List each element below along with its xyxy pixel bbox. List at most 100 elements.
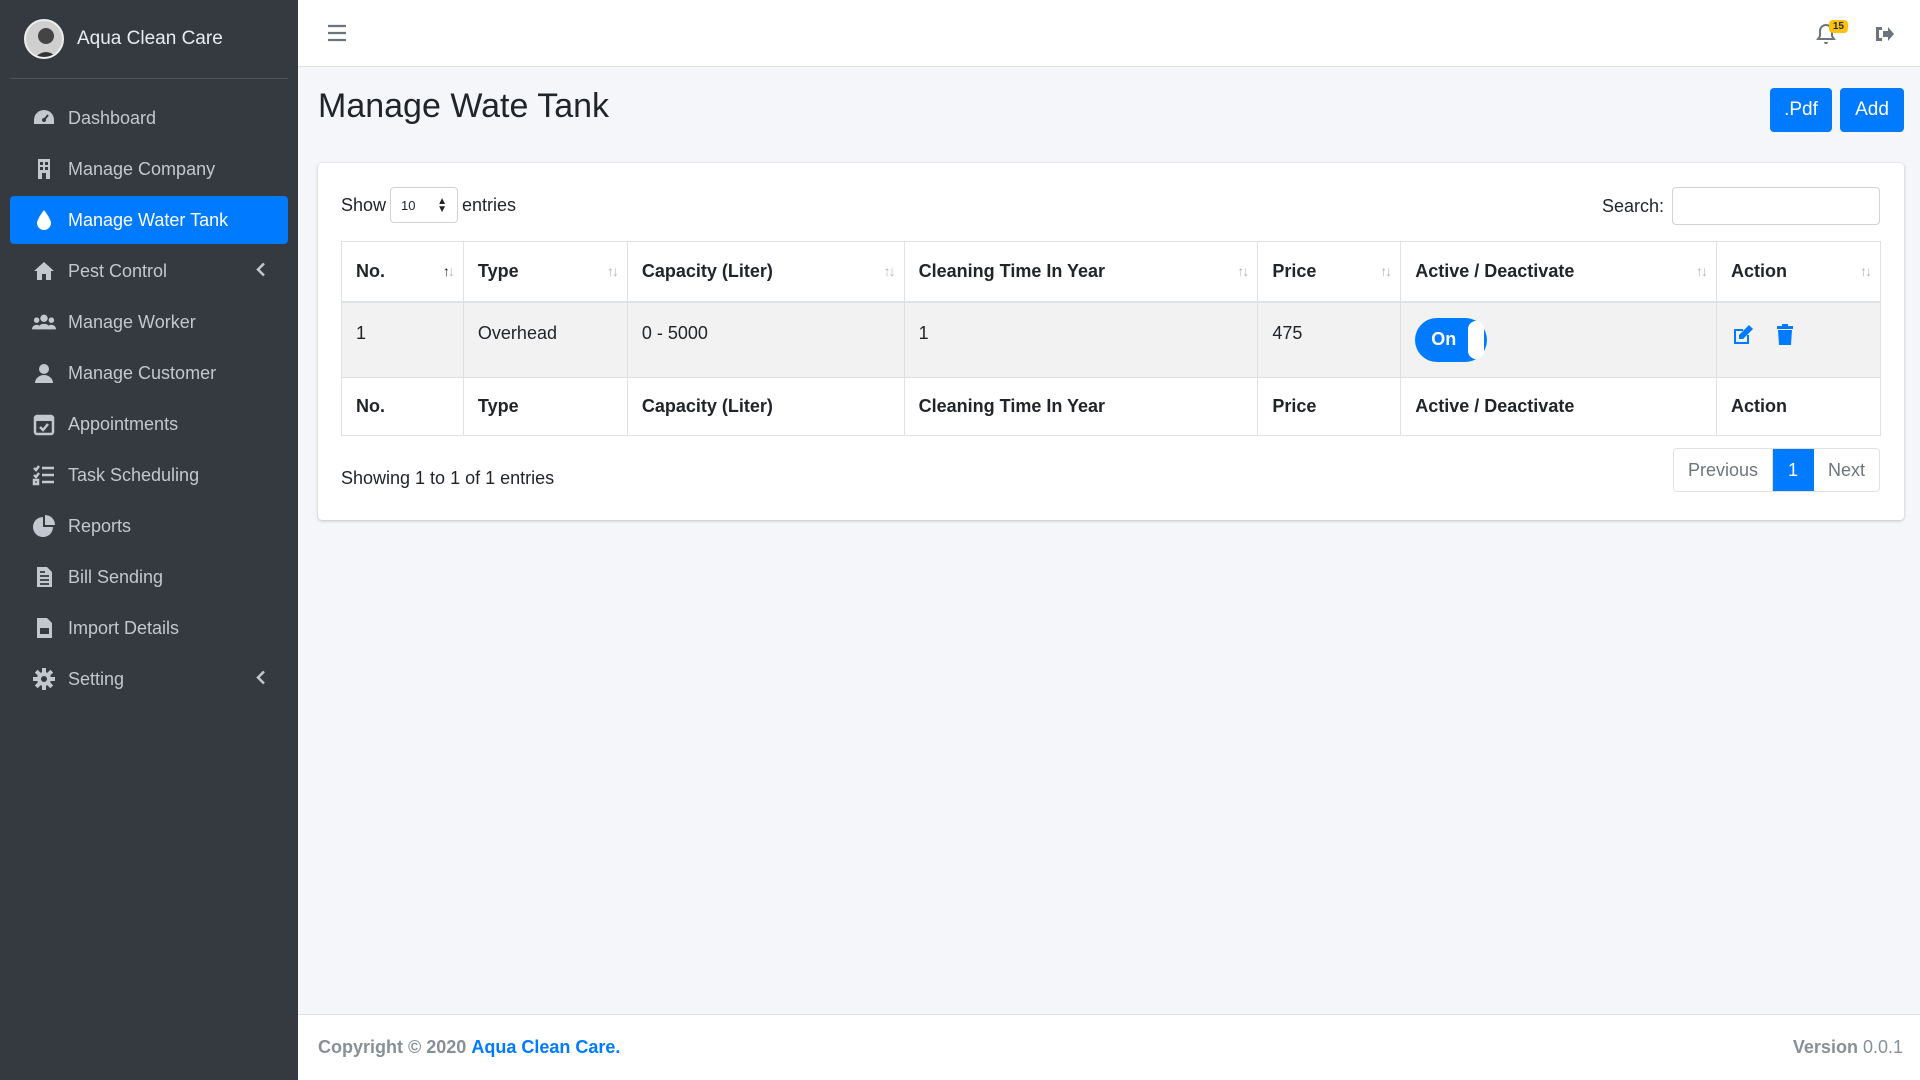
sidebar-item-pest-control[interactable]: Pest Control [10,247,288,295]
entries-select-value: 10 [401,197,416,213]
water-tank-table: No. ↑↓ Type ↑↓ Capacity (Liter) ↑↓ Cleaning… [341,241,1881,436]
file-csv-icon [32,616,56,640]
menu-toggle-icon[interactable] [326,22,348,44]
sidebar-item-setting[interactable]: Setting [10,655,288,703]
footer-header-type: Type [462,377,628,436]
sidebar-item-dashboard[interactable]: Dashboard [10,94,288,142]
sidebar-item-manage-water-tank[interactable]: Manage Water Tank [10,196,288,244]
sidebar-item-label: Pest Control [68,260,168,281]
user-icon [32,361,56,385]
sidebar-item-label: Appointments [68,413,179,434]
sidebar-item-task-scheduling[interactable]: Task Scheduling [10,451,288,499]
column-header-no[interactable]: No. ↑↓ [341,241,464,303]
sort-icon: ↑↓ [883,263,896,279]
sidebar-item-bill-sending[interactable]: Bill Sending [10,553,288,601]
pagination: Previous 1 Next [1672,448,1880,492]
logout-icon[interactable] [1872,22,1896,46]
footer-header-price: Price [1257,377,1402,436]
notification-badge: 15 [1828,20,1848,33]
search-label: Search: [1601,195,1664,216]
sidebar-item-appointments[interactable]: Appointments [10,400,288,448]
sidebar-item-label: Dashboard [68,107,157,128]
gear-icon [32,667,56,691]
cell-no: 1 [341,301,464,378]
brand-avatar [24,19,64,59]
main-content: Manage Wate Tank .Pdf Add Show 10 ▲ ▼ ent… [298,67,1920,1014]
sidebar-item-label: Manage Customer [68,362,217,383]
footer-header-action: Action [1716,377,1881,436]
table-header-row: No. ↑↓ Type ↑↓ Capacity (Liter) ↑↓ Cleaning… [341,241,1881,303]
sidebar-item-manage-company[interactable]: Manage Company [10,145,288,193]
version-label: Version [1792,1037,1858,1057]
footer-header-capacity: Capacity (Liter) [626,377,905,436]
column-header-active[interactable]: Active / Deactivate ↑↓ [1400,241,1718,303]
column-header-type[interactable]: Type ↑↓ [462,241,628,303]
cell-action [1716,301,1881,378]
home-icon [32,259,56,283]
version-number: 0.0.1 [1862,1037,1903,1057]
sidebar-item-label: Manage Water Tank [68,209,229,230]
sidebar-item-label: Setting [68,668,125,689]
cell-capacity: 0 - 5000 [626,301,905,378]
tasks-icon [32,463,56,487]
file-invoice-icon [32,565,56,589]
water-tank-card: Show 10 ▲ ▼ entries Search: No. ↑↓ Type ↑↓ … [318,163,1904,520]
add-button[interactable]: Add [1840,88,1904,132]
page-1-button[interactable]: 1 [1772,449,1814,491]
trash-icon[interactable] [1773,323,1797,347]
sidebar-item-manage-worker[interactable]: Manage Worker [10,298,288,346]
chevron-left-icon [256,669,266,690]
sidebar-item-manage-customer[interactable]: Manage Customer [10,349,288,397]
footer-header-cleaning-time: Cleaning Time In Year [903,377,1259,436]
copyright: Copyright © 2020 Aqua Clean Care. [318,1037,620,1058]
table-row: 1 Overhead 0 - 5000 1 475 On [341,301,1881,378]
sort-icon: ↑↓ [1696,263,1708,279]
page-title: Manage Wate Tank [318,87,610,125]
footer-header-no: No. [341,377,464,436]
column-header-action[interactable]: Action ↑↓ [1716,241,1881,303]
calendar-check-icon [32,412,56,436]
column-header-cleaning-time[interactable]: Cleaning Time In Year ↑↓ [903,241,1259,303]
sidebar-nav: Dashboard Manage Company Manage Water Ta… [0,79,298,703]
dashboard-icon [32,106,56,130]
entries-length-control: Show 10 ▲ ▼ entries [341,187,516,223]
column-header-capacity[interactable]: Capacity (Liter) ↑↓ [626,241,905,303]
select-arrows-icon: ▲ ▼ [437,196,448,215]
search-control: Search: [1602,187,1880,225]
sidebar: Aqua Clean Care Dashboard Manage Company… [0,0,298,1080]
sidebar-item-import-details[interactable]: Import Details [10,604,288,652]
entries-label: entries [462,194,517,215]
pie-chart-icon [32,514,56,538]
company-link[interactable]: Aqua Clean Care. [471,1037,620,1057]
building-icon [32,157,56,181]
pdf-export-button[interactable]: .Pdf [1770,88,1832,132]
brand[interactable]: Aqua Clean Care [10,0,288,79]
search-input[interactable] [1672,187,1880,225]
cell-active: On [1400,301,1718,378]
page-footer: Copyright © 2020 Aqua Clean Care. Versio… [298,1014,1920,1080]
previous-page-button[interactable]: Previous [1673,449,1773,491]
cell-price: 475 [1257,301,1402,378]
sidebar-item-label: Reports [68,515,132,536]
active-toggle[interactable]: On [1415,317,1488,362]
cell-cleaning-time: 1 [903,301,1259,378]
column-header-price[interactable]: Price ↑↓ [1257,241,1402,303]
sidebar-item-label: Bill Sending [68,566,164,587]
top-navbar: 15 [298,0,1920,67]
show-label: Show [341,194,387,215]
edit-icon[interactable] [1731,323,1755,347]
sort-icon: ↑↓ [1237,263,1249,279]
chevron-left-icon [256,261,266,282]
sort-asc-icon: ↑↓ [442,263,455,279]
sidebar-item-reports[interactable]: Reports [10,502,288,550]
table-info: Showing 1 to 1 of 1 entries [341,468,555,488]
entries-select[interactable]: 10 ▲ ▼ [390,187,459,223]
sidebar-item-label: Manage Worker [68,311,196,332]
sidebar-item-label: Task Scheduling [68,464,200,485]
sort-icon: ↑↓ [1860,263,1872,279]
toggle-knob [1468,320,1485,359]
next-page-button[interactable]: Next [1813,449,1879,491]
sort-icon: ↑↓ [606,263,619,279]
footer-header-active: Active / Deactivate [1400,377,1718,436]
brand-name: Aqua Clean Care [77,28,223,49]
